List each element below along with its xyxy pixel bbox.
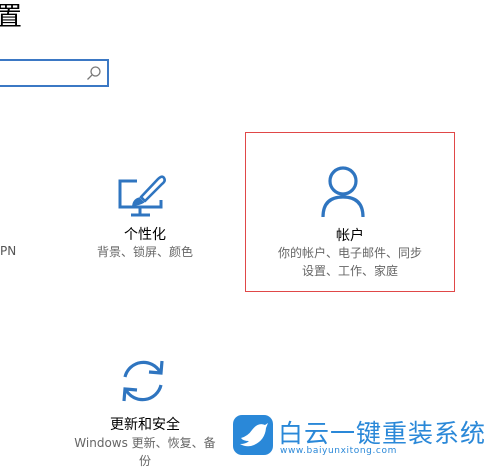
- tile-update-security-desc: Windows 更新、恢复、备 份: [55, 434, 235, 470]
- search-icon[interactable]: [86, 65, 102, 81]
- watermark-url: www.baiyunxitong.com: [280, 446, 397, 456]
- tile-accounts-desc: 你的帐户、电子邮件、同步 设置、工作、家庭: [246, 244, 454, 280]
- tile-update-desc-line1: Windows 更新、恢复、备: [74, 436, 216, 450]
- tile-update-security[interactable]: 更新和安全 Windows 更新、恢复、备 份: [55, 350, 235, 468]
- tile-personalization-title: 个性化: [124, 227, 166, 243]
- tile-update-security-title: 更新和安全: [110, 417, 180, 433]
- tile-personalization[interactable]: 个性化 背景、锁屏、颜色: [55, 160, 235, 280]
- watermark-text: 白云一键重装系统: [278, 419, 485, 448]
- bird-logo-icon: [233, 415, 273, 455]
- search-box[interactable]: [0, 59, 109, 87]
- network-tile-partial-desc[interactable]: PN: [0, 244, 16, 258]
- paint-monitor-icon: [118, 175, 166, 217]
- search-input[interactable]: [4, 62, 88, 86]
- sync-icon: [122, 360, 164, 402]
- tile-accounts-desc-line2: 设置、工作、家庭: [301, 264, 398, 278]
- user-icon: [321, 166, 365, 218]
- watermark: 白云一键重装系统 www.baiyunxitong.com: [232, 412, 485, 462]
- tile-accounts[interactable]: 帐户 你的帐户、电子邮件、同步 设置、工作、家庭: [245, 132, 455, 292]
- tile-accounts-title: 帐户: [336, 228, 364, 244]
- tile-update-desc-line2: 份: [138, 454, 151, 468]
- page-title: 置: [0, 2, 23, 32]
- tile-accounts-desc-line1: 你的帐户、电子邮件、同步: [277, 246, 422, 260]
- tile-personalization-desc: 背景、锁屏、颜色: [96, 245, 193, 259]
